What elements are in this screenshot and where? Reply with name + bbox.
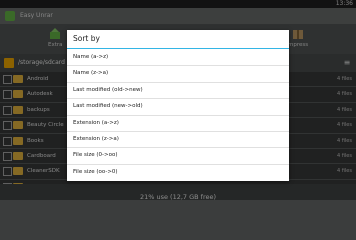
sort-option-size-asc[interactable]: File size (0->oo) <box>67 147 289 165</box>
option-label: Name (a->z) <box>73 54 109 60</box>
sort-option-extension-desc[interactable]: Extension (z->a) <box>67 131 289 149</box>
sort-option-modified-asc[interactable]: Last modified (old->new) <box>67 82 289 100</box>
option-label: Extension (z->a) <box>73 136 119 142</box>
sort-option-size-desc[interactable]: File size (oo->0) <box>67 164 289 180</box>
sort-option-extension-asc[interactable]: Extension (a->z) <box>67 115 289 132</box>
option-label: Last modified (new->old) <box>73 103 143 110</box>
option-label: File size (oo->0) <box>73 168 118 175</box>
dialog-title: Sort by <box>73 34 100 43</box>
sort-option-name-desc[interactable]: Name (z->a) <box>67 65 289 83</box>
sort-option-name-asc[interactable]: Name (a->z) <box>67 49 289 67</box>
option-label: Last modified (old->new) <box>73 86 143 93</box>
option-label: File size (0->oo) <box>73 152 118 159</box>
sort-dialog: Sort by Name (a->z) Name (z->a) Last mod… <box>67 30 289 181</box>
sort-option-modified-desc[interactable]: Last modified (new->old) <box>67 98 289 116</box>
option-label: Name (z->a) <box>73 70 109 77</box>
option-label: Extension (a->z) <box>73 119 119 126</box>
